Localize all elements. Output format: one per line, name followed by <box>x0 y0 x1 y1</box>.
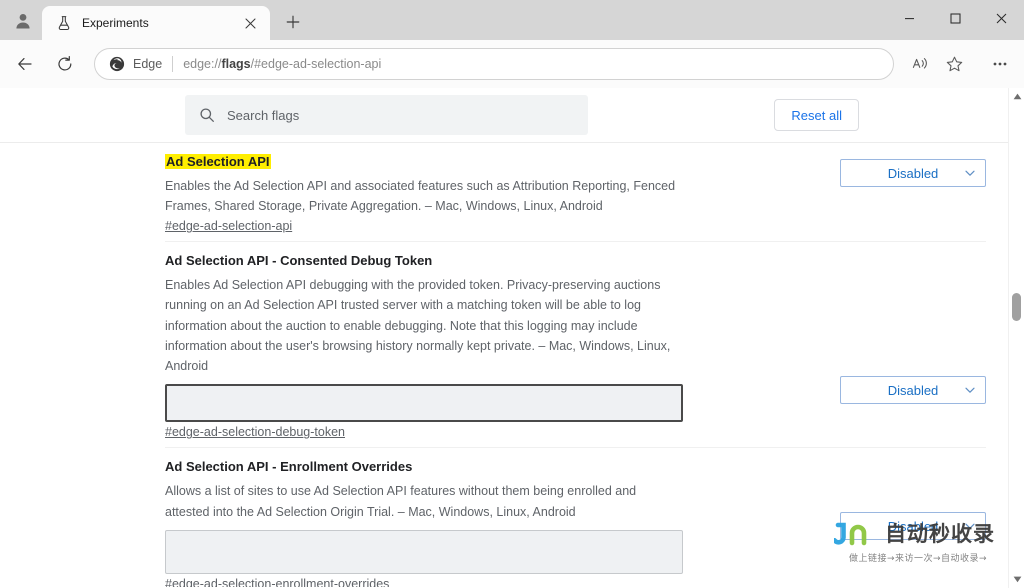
flag-state-value: Disabled <box>887 518 939 534</box>
close-icon <box>244 17 256 29</box>
flag-select-wrapper: Disabled <box>840 153 986 187</box>
scroll-up-button[interactable] <box>1009 88 1024 105</box>
flag-description: Enables the Ad Selection API and associa… <box>165 178 676 214</box>
edge-logo-icon <box>109 56 125 72</box>
chevron-down-icon <box>965 387 975 394</box>
flask-icon <box>58 16 70 31</box>
address-bar[interactable]: Edge edge://flags/#edge-ad-selection-api <box>94 48 894 80</box>
refresh-icon <box>58 56 72 71</box>
title-bar: Experiments <box>0 0 1024 40</box>
chevron-down-icon <box>965 170 975 176</box>
chevron-down-icon <box>965 524 975 530</box>
flag-text-input[interactable] <box>165 384 683 423</box>
star-icon <box>946 56 962 71</box>
read-aloud-icon <box>912 58 927 69</box>
close-icon <box>996 13 1006 23</box>
scrollbar-thumb[interactable] <box>1012 293 1021 321</box>
ellipsis-icon <box>993 62 1007 66</box>
scroll-down-button[interactable] <box>1009 571 1024 588</box>
close-window-button[interactable] <box>978 0 1024 36</box>
search-icon <box>200 108 214 122</box>
maximize-button[interactable] <box>932 0 978 36</box>
flag-permalink[interactable]: #edge-ad-selection-enrollment-overrides <box>165 577 389 587</box>
flag-permalink[interactable]: #edge-ad-selection-api <box>165 219 292 233</box>
minimize-icon <box>904 17 914 19</box>
search-flags-box[interactable]: Search flags <box>185 95 588 135</box>
browser-tab-experiments[interactable]: Experiments <box>42 6 270 40</box>
refresh-button[interactable] <box>48 47 82 81</box>
flag-state-value: Disabled <box>887 382 939 398</box>
flag-row: Ad Selection API - Consented Debug Token… <box>165 241 986 447</box>
omnibox-url-text: edge://flags/#edge-ad-selection-api <box>183 57 381 71</box>
triangle-up-icon <box>1013 93 1021 100</box>
favorites-button[interactable] <box>938 48 970 80</box>
url-bold-segment: flags <box>221 57 251 71</box>
vertical-scrollbar[interactable] <box>1008 88 1024 588</box>
profile-button[interactable] <box>6 6 40 36</box>
back-arrow-icon <box>18 58 32 70</box>
reset-all-button[interactable]: Reset all <box>774 99 859 131</box>
minimize-button[interactable] <box>886 0 932 36</box>
read-aloud-button[interactable] <box>904 48 936 80</box>
tab-title: Experiments <box>82 16 149 30</box>
flag-row: Ad Selection API Enables the Ad Selectio… <box>165 143 986 241</box>
flag-permalink[interactable]: #edge-ad-selection-debug-token <box>165 425 345 439</box>
search-input-placeholder[interactable]: Search flags <box>227 108 299 123</box>
flag-title: Ad Selection API - Consented Debug Token <box>165 253 433 269</box>
url-suffix: /#edge-ad-selection-api <box>250 57 382 71</box>
flags-list: Ad Selection API Enables the Ad Selectio… <box>0 143 1024 587</box>
flags-header: Search flags Reset all <box>0 88 1024 143</box>
flag-details: Ad Selection API Enables the Ad Selectio… <box>165 153 683 235</box>
flag-text-input[interactable] <box>165 529 683 574</box>
flag-select-wrapper: Disabled <box>840 458 986 541</box>
flag-state-select[interactable]: Disabled <box>840 159 986 187</box>
flag-details: Ad Selection API - Consented Debug Token… <box>165 252 683 441</box>
flag-description: Enables Ad Selection API debugging with … <box>165 278 671 374</box>
maximize-icon <box>949 12 961 24</box>
settings-and-more-button[interactable] <box>984 48 1016 80</box>
url-prefix: edge:// <box>183 57 222 71</box>
flag-description: Allows a list of sites to use Ad Selecti… <box>165 484 637 519</box>
flag-state-value: Disabled <box>887 165 939 181</box>
flag-row: Ad Selection API - Enrollment Overrides … <box>165 447 986 587</box>
flag-details: Ad Selection API - Enrollment Overrides … <box>165 458 683 587</box>
flag-title: Ad Selection API <box>165 154 271 169</box>
flag-state-select[interactable]: Disabled <box>840 512 986 541</box>
window-controls <box>886 0 1024 36</box>
browser-toolbar: Edge edge://flags/#edge-ad-selection-api <box>0 40 1024 88</box>
omnibox-divider <box>172 56 174 72</box>
flag-select-wrapper: Disabled <box>840 252 986 405</box>
omnibox-brand-label: Edge <box>133 57 163 71</box>
flags-page: Search flags Reset all Ad Selection API … <box>0 88 1024 588</box>
new-tab-button[interactable] <box>278 7 308 37</box>
tab-close-button[interactable] <box>238 11 262 35</box>
back-button[interactable] <box>8 47 42 81</box>
flag-title: Ad Selection API - Enrollment Overrides <box>165 459 413 475</box>
avatar-icon <box>16 14 30 29</box>
triangle-down-icon <box>1013 576 1021 583</box>
plus-icon <box>286 15 300 29</box>
flag-state-select[interactable]: Disabled <box>840 376 986 405</box>
